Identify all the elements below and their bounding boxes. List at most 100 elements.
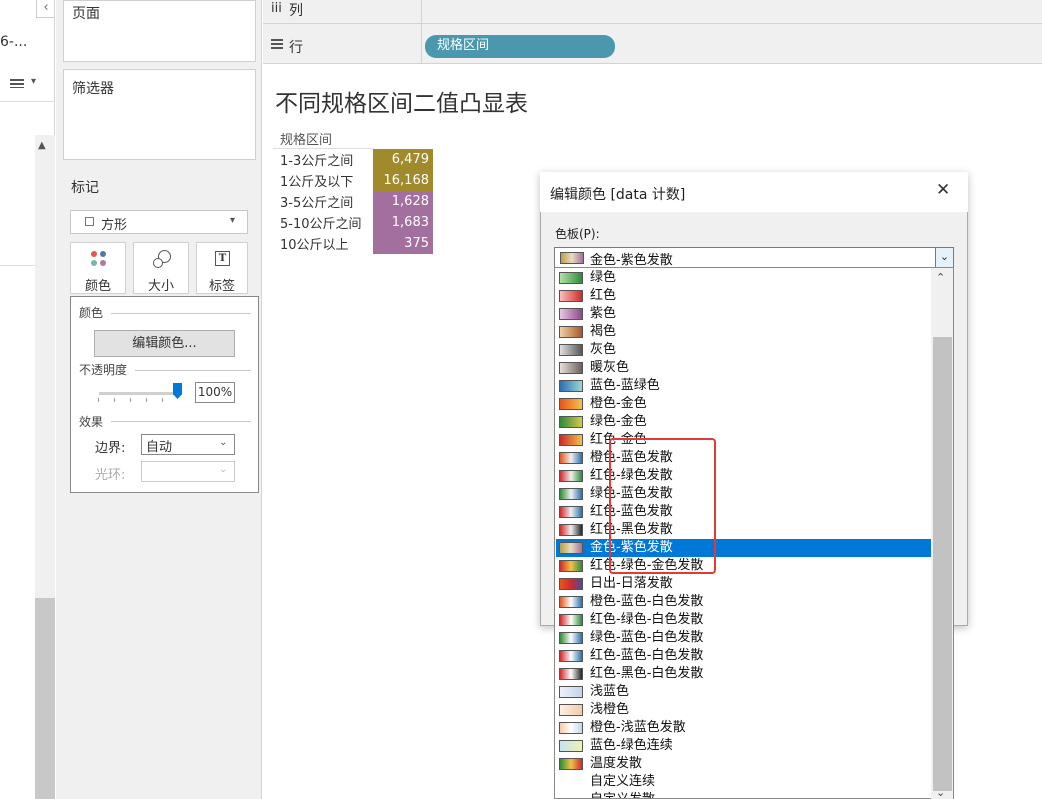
palette-option[interactable]: 红色 — [556, 287, 933, 305]
palette-option-label: 橙色-浅蓝色发散 — [590, 720, 686, 735]
chevron-down-icon: ▾ — [230, 215, 236, 226]
palette-option[interactable]: 红色-绿色-白色发散 — [556, 611, 933, 629]
palette-swatch — [559, 740, 583, 752]
mark-type-dropdown[interactable]: 方形 ▾ — [70, 210, 248, 234]
palette-option[interactable]: 橙色-蓝色-白色发散 — [556, 593, 933, 611]
list-view-icon[interactable] — [10, 78, 24, 88]
collapse-icon[interactable]: ‹ — [36, 0, 55, 18]
chevron-down-icon[interactable]: ⌄ — [935, 248, 953, 267]
palette-label: 色板(P): — [555, 227, 600, 241]
halo-label: 光环: — [95, 468, 126, 483]
color-button-label: 颜色 — [84, 279, 111, 294]
palette-option[interactable]: 浅橙色 — [556, 701, 933, 719]
palette-option[interactable]: 灰色 — [556, 341, 933, 359]
palette-swatch — [559, 650, 583, 662]
close-icon[interactable]: ✕ — [936, 180, 950, 200]
palette-option-label: 蓝色-蓝绿色 — [590, 378, 660, 393]
size-button-label: 大小 — [147, 279, 174, 294]
color-mark-button[interactable]: 颜色 — [70, 242, 126, 294]
palette-option[interactable]: 蓝色-绿色连续 — [556, 737, 933, 755]
palette-list-scroll-thumb[interactable] — [933, 337, 952, 791]
palette-option[interactable]: 褐色 — [556, 323, 933, 341]
selected-palette-label: 金色-紫色发散 — [590, 253, 673, 268]
label-mark-button[interactable]: T 标签 — [196, 242, 248, 294]
palette-dropdown[interactable]: 金色-紫色发散 ⌄ — [554, 247, 954, 268]
palette-option[interactable]: 橙色-浅蓝色发散 — [556, 719, 933, 737]
label-button-label: 标签 — [208, 279, 235, 294]
palette-option[interactable]: 蓝色-蓝绿色 — [556, 377, 933, 395]
divider — [263, 23, 1042, 24]
dialog-header: 编辑颜色 [data 计数] ✕ — [540, 172, 968, 212]
palette-option[interactable]: 浅蓝色 — [556, 683, 933, 701]
palette-option[interactable]: 绿色-蓝色-白色发散 — [556, 629, 933, 647]
row-pill[interactable]: 规格区间 — [425, 35, 615, 58]
scroll-up-icon[interactable]: ⌃ — [936, 271, 945, 284]
rows-icon — [271, 39, 283, 49]
table-header: 规格区间 — [280, 133, 333, 148]
row-label: 1-3公斤之间 — [280, 154, 354, 169]
dialog-title: 编辑颜色 [data 计数] — [550, 187, 686, 203]
scroll-up-icon[interactable]: ▲ — [38, 140, 46, 151]
palette-option[interactable]: 自定义发散 — [556, 791, 933, 798]
palette-option[interactable]: 红色-黑色-白色发散 — [556, 665, 933, 683]
table-row[interactable]: 1-3公斤之间 6,479 — [273, 149, 433, 170]
palette-swatch — [559, 614, 583, 626]
opacity-slider-track[interactable] — [99, 392, 181, 395]
border-dropdown[interactable]: 自动 ⌄ — [141, 434, 235, 455]
palette-option[interactable]: 日出-日落发散 — [556, 575, 933, 593]
divider — [0, 265, 35, 266]
palette-option[interactable]: 红色-蓝色-白色发散 — [556, 647, 933, 665]
table-row[interactable]: 3-5公斤之间 1,628 — [273, 191, 433, 212]
value-cell[interactable]: 375 — [373, 233, 433, 254]
table-row[interactable]: 5-10公斤之间 1,683 — [273, 212, 433, 233]
opacity-input[interactable]: 100% — [195, 382, 235, 403]
palette-swatch — [559, 524, 583, 536]
value-cell[interactable]: 1,683 — [373, 212, 433, 233]
palette-swatch — [559, 668, 583, 680]
palette-swatch — [559, 434, 583, 446]
chevron-down-icon[interactable]: ▾ — [31, 76, 36, 87]
palette-option[interactable]: 暖灰色 — [556, 359, 933, 377]
halo-dropdown[interactable]: ⌄ — [141, 461, 235, 482]
scroll-down-icon[interactable]: ⌄ — [936, 786, 945, 799]
value-cell[interactable]: 16,168 — [373, 170, 433, 191]
palette-swatch — [559, 470, 583, 482]
palette-swatch — [559, 308, 583, 320]
palette-option[interactable]: 温度发散 — [556, 755, 933, 773]
row-label: 1公斤及以下 — [280, 175, 354, 190]
palette-option[interactable]: 绿色 — [556, 269, 933, 287]
size-icon — [153, 250, 171, 268]
filters-title: 筛选器 — [72, 81, 114, 97]
palette-swatch — [559, 758, 583, 770]
marks-card-header: 标记 — [63, 167, 256, 196]
palette-option[interactable]: 紫色 — [556, 305, 933, 323]
size-mark-button[interactable]: 大小 — [133, 242, 189, 294]
filters-card[interactable]: 筛选器 — [63, 69, 256, 160]
palette-option[interactable]: 自定义连续 — [556, 773, 933, 791]
palette-swatch — [559, 290, 583, 302]
mark-type-value: 方形 — [101, 218, 128, 233]
palette-swatch — [559, 632, 583, 644]
palette-swatch — [559, 362, 583, 374]
view-title: 不同规格区间二值凸显表 — [275, 91, 528, 117]
opacity-slider-thumb[interactable] — [173, 383, 182, 399]
value-cell[interactable]: 6,479 — [373, 149, 433, 170]
palette-option[interactable]: 绿色-金色 — [556, 413, 933, 431]
palette-option-label: 浅蓝色 — [590, 684, 630, 699]
table-row[interactable]: 1公斤及以下 16,168 — [273, 170, 433, 191]
chevron-down-icon: ⌄ — [219, 437, 228, 448]
palette-swatch — [559, 326, 583, 338]
dots-icon — [91, 251, 107, 267]
slider-tick — [98, 398, 99, 402]
table-row[interactable]: 10公斤以上 375 — [273, 233, 433, 254]
palette-option-label: 温度发散 — [590, 756, 643, 771]
columns-icon: iii — [271, 1, 282, 16]
palette-option-label: 自定义发散 — [590, 791, 655, 798]
left-scrollbar-thumb[interactable] — [35, 598, 55, 799]
value-cell[interactable]: 1,628 — [373, 191, 433, 212]
row-label: 5-10公斤之间 — [280, 217, 362, 232]
palette-option[interactable]: 橙色-金色 — [556, 395, 933, 413]
palette-option-label: 紫色 — [590, 306, 617, 321]
edit-color-button[interactable]: 编辑颜色... — [94, 330, 235, 357]
divider — [135, 370, 251, 371]
